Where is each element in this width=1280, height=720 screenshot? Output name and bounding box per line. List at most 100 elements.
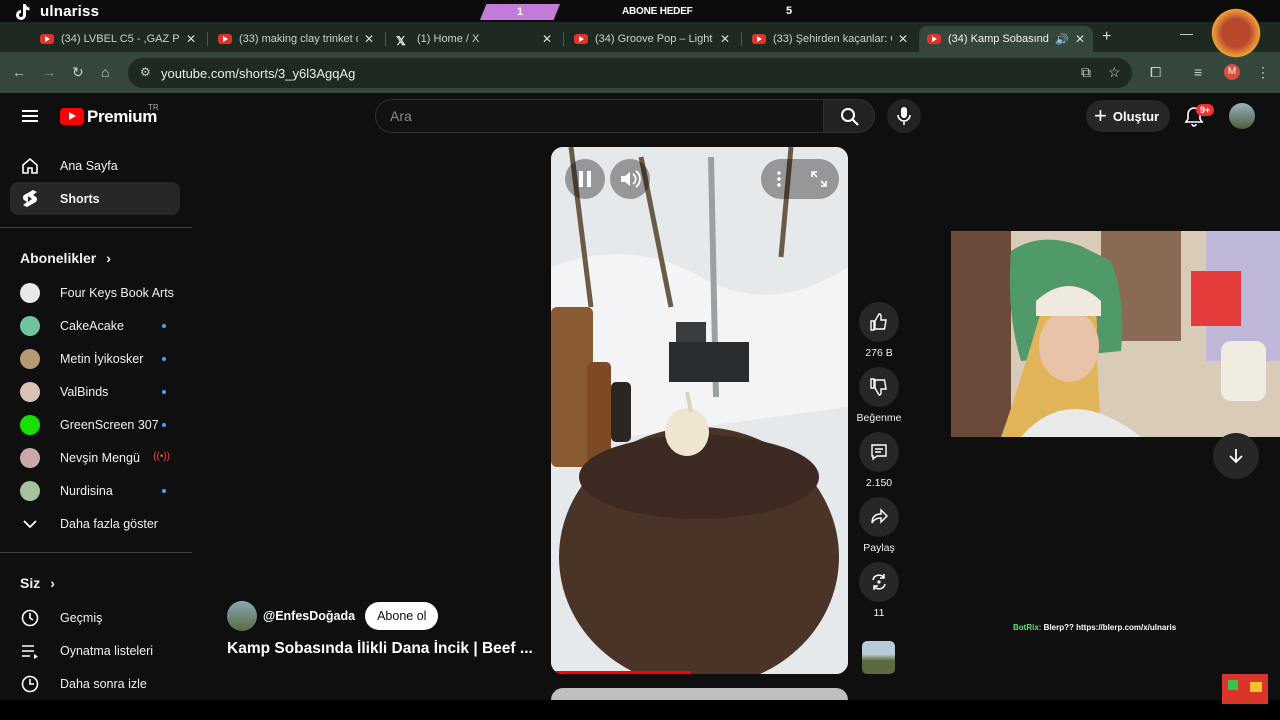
channel-label: GreenScreen 307 (60, 417, 159, 432)
expand-icon[interactable] (809, 169, 829, 189)
sidebar-channel[interactable]: CakeAcake (10, 309, 180, 342)
user-avatar[interactable] (1229, 103, 1255, 129)
channel-avatar (20, 480, 40, 501)
sidebar-channel[interactable]: ValBinds (10, 375, 180, 408)
sidebar-channel[interactable]: Nurdisina (10, 474, 180, 507)
live-icon: ((•)) (153, 451, 170, 462)
subscriptions-header[interactable]: Abonelikler › (0, 240, 192, 276)
show-more-button[interactable]: Daha fazla göster (10, 507, 180, 540)
back-icon[interactable]: ← (12, 64, 26, 80)
create-button[interactable]: + Oluştur (1086, 100, 1170, 132)
comments-button[interactable]: 2.150 (857, 432, 901, 497)
forward-icon[interactable]: → (42, 64, 56, 80)
streamer-name: ulnariss (40, 3, 100, 20)
pause-button[interactable] (565, 159, 605, 199)
youtube-icon (218, 34, 232, 44)
share-label: Paylaş (863, 542, 895, 554)
close-icon[interactable]: ✕ (898, 32, 908, 46)
more-icon[interactable] (769, 159, 789, 199)
new-content-dot (162, 324, 166, 328)
sidebar-item-history[interactable]: Geçmiş (10, 601, 180, 634)
profile-avatar[interactable]: M (1224, 64, 1240, 80)
extensions-icon[interactable]: ⧠ (1150, 64, 1161, 81)
menu-icon[interactable]: ⋮ (1256, 64, 1270, 81)
shorts-video-player[interactable] (551, 147, 848, 674)
arrow-down-icon (1229, 449, 1243, 464)
sidebar-item-home[interactable]: Ana Sayfa (10, 149, 180, 182)
browser-tab-active[interactable]: (34) Kamp Sobasında İ 🔊 ✕ (919, 26, 1093, 52)
sidebar-item-watch-later[interactable]: Daha sonra izle (10, 667, 180, 700)
clock-icon (20, 674, 40, 694)
voice-search-button[interactable] (887, 99, 921, 133)
comment-icon (859, 432, 899, 472)
browser-tab[interactable]: (34) Groove Pop – Light Gr ✕ (566, 26, 738, 52)
channel-label: Four Keys Book Arts (60, 285, 174, 300)
speaker-icon[interactable]: 🔊 (1055, 33, 1069, 46)
you-header[interactable]: Siz › (0, 565, 192, 601)
hamburger-menu-icon[interactable] (22, 110, 38, 122)
site-info-icon[interactable]: ⚙ (140, 65, 151, 79)
channel-avatar (20, 381, 40, 402)
sidebar-channel[interactable]: GreenScreen 307 (10, 408, 180, 441)
stream-overlay-bar: ulnariss 1 ABONE HEDEF 5 (0, 0, 1280, 22)
close-icon[interactable]: ✕ (364, 32, 374, 46)
channel-name[interactable]: @EnfesDoğada (263, 609, 355, 623)
bookmark-star-icon[interactable]: ☆ (1108, 64, 1121, 81)
media-control-icon[interactable]: ≡ (1194, 64, 1202, 80)
remix-count: 11 (873, 607, 885, 619)
sidebar-item-shorts[interactable]: Shorts (10, 182, 180, 215)
minimize-button[interactable]: — (1180, 26, 1193, 41)
reload-icon[interactable]: ↻ (72, 64, 84, 81)
share-button[interactable]: Paylaş (857, 497, 901, 562)
webcam-overlay (951, 231, 1280, 437)
close-icon[interactable]: ✕ (186, 32, 196, 46)
botrix-text: Blerp?? https://blerp.com/x/ulnaris (1041, 623, 1177, 632)
youtube-icon (752, 34, 766, 44)
short-title[interactable]: Kamp Sobasında İlikli Dana İncik | Beef … (227, 640, 547, 658)
sidebar-channel[interactable]: Metin İyikosker (10, 342, 180, 375)
volume-icon (621, 170, 641, 188)
browser-tab[interactable]: (34) LVBEL C5 - ,GAZ PEDA ✕ (32, 26, 204, 52)
sound-thumbnail[interactable] (862, 641, 895, 674)
create-label: Oluştur (1112, 108, 1160, 124)
sidebar-channel[interactable]: Four Keys Book Arts (10, 276, 180, 309)
channel-label: CakeAcake (60, 318, 124, 333)
short-channel-row: @EnfesDoğada Abone ol (227, 601, 439, 631)
subscribe-button[interactable]: Abone ol (365, 602, 439, 630)
goal-target: 5 (786, 5, 793, 17)
install-app-icon[interactable]: ⧉ (1081, 64, 1091, 81)
browser-tab[interactable]: (33) making clay trinket dis ✕ (210, 26, 382, 52)
close-icon[interactable]: ✕ (542, 32, 552, 46)
address-bar[interactable]: ⚙ youtube.com/shorts/3_y6l3AgqAg ⧉ ☆ (128, 58, 1132, 88)
youtube-logo-icon[interactable] (60, 108, 84, 125)
browser-tab[interactable]: 𝕏 (1) Home / X ✕ (388, 26, 560, 52)
youtube-header: Premium TR + Oluştur 9+ (0, 93, 1280, 139)
sidebar-channel[interactable]: Nevşin Mengü ((•)) (10, 441, 180, 474)
volume-button[interactable] (610, 159, 650, 199)
sidebar-item-playlists[interactable]: Oynatma listeleri (10, 634, 180, 667)
close-icon[interactable]: ✕ (1075, 32, 1085, 46)
remix-button[interactable]: 11 (857, 562, 901, 627)
botrix-tag: BotRix: (1013, 623, 1042, 632)
dislike-button[interactable]: Beğenme (857, 367, 901, 432)
notification-badge: 9+ (1196, 104, 1215, 116)
like-button[interactable]: 276 B (857, 302, 901, 367)
next-short-button[interactable] (1213, 433, 1259, 479)
new-content-dot (162, 489, 166, 493)
history-icon (20, 608, 40, 628)
video-options (761, 159, 839, 199)
video-progress-bar[interactable] (551, 671, 691, 674)
youtube-brand[interactable]: Premium (87, 107, 157, 127)
new-tab-button[interactable]: + (1102, 28, 1111, 46)
sidebar-item-label: Geçmiş (60, 610, 103, 625)
browser-tab[interactable]: (33) Şehirden kaçanlar: Ort ✕ (744, 26, 916, 52)
youtube-icon (574, 34, 588, 44)
close-icon[interactable]: ✕ (720, 32, 730, 46)
microphone-icon (897, 107, 911, 125)
search-button[interactable] (823, 99, 875, 133)
search-input[interactable] (376, 100, 823, 132)
home-icon[interactable]: ⌂ (101, 64, 109, 80)
channel-avatar[interactable] (227, 601, 257, 631)
channel-label: Nurdisina (60, 483, 113, 498)
sidebar-item-label: Oynatma listeleri (60, 643, 154, 658)
